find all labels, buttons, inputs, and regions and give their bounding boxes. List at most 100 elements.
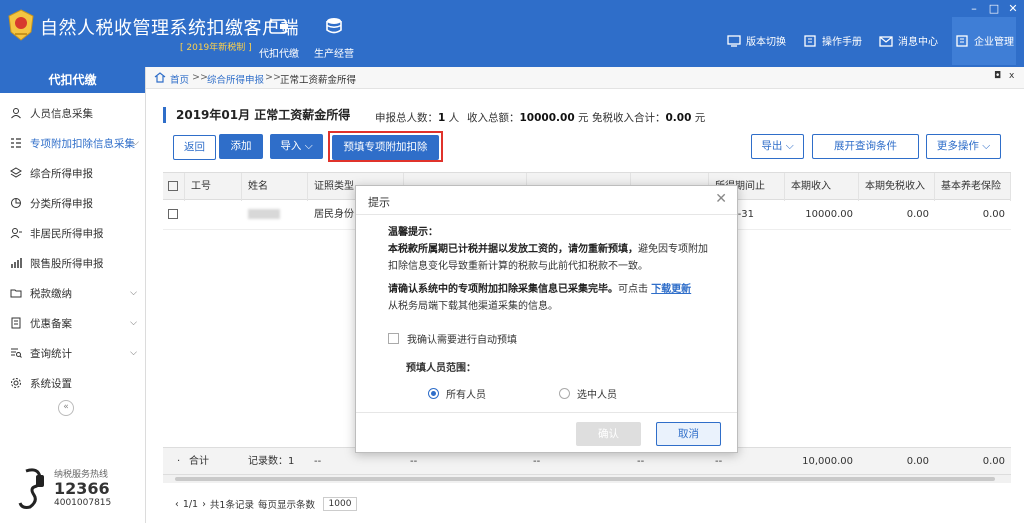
sidebar-header: 代扣代缴 (0, 67, 145, 93)
radio-selected-personnel[interactable]: 选中人员 (559, 386, 617, 401)
sidebar-item-label: 专项附加扣除信息采集 (30, 137, 135, 150)
sidebar-item-nonresident[interactable]: 非居民所得申报 (0, 218, 145, 248)
wallet-icon (269, 19, 288, 34)
sidebar-item-special-deduction[interactable]: 专项附加扣除信息采集 ⌵ (0, 128, 145, 158)
sidebar-item-label: 综合所得申报 (30, 167, 93, 180)
bars-icon (11, 258, 22, 268)
folder-icon (10, 289, 22, 298)
message-center-label: 消息中心 (898, 37, 938, 48)
maximize-button[interactable]: □ (986, 2, 1002, 15)
breadcrumb: 首页 >> 综合所得申报 >> 正常工资薪金所得 ◘ x (146, 67, 1024, 89)
chevron-down-icon: ⌵ (130, 318, 137, 328)
sidebar-item-label: 非居民所得申报 (30, 227, 104, 240)
download-hint: 从税务局端下载其他渠道采集的信息。 (388, 301, 558, 312)
radio-label: 所有人员 (446, 390, 486, 401)
query-icon (11, 348, 22, 358)
pie-icon (11, 198, 21, 208)
sidebar-item-query[interactable]: 查询统计 ⌵ (0, 338, 145, 368)
dialog-title: 提示 (368, 196, 390, 209)
close-tab-button[interactable]: x (1009, 71, 1014, 81)
list-icon (11, 138, 21, 148)
sidebar-item-personnel[interactable]: 人员信息采集 (0, 98, 145, 128)
sidebar-item-restricted-shares[interactable]: 限售股所得申报 (0, 248, 145, 278)
sidebar-item-label: 系统设置 (30, 377, 72, 390)
checkbox-box[interactable] (388, 333, 399, 344)
confirm-button[interactable]: 确认 (576, 422, 641, 446)
mail-icon (879, 35, 893, 47)
chevron-down-icon: ⌵ (132, 138, 139, 148)
sidebar-item-settings[interactable]: 系统设置 (0, 368, 145, 398)
sidebar-item-tax-payment[interactable]: 税款缴纳 ⌵ (0, 278, 145, 308)
confirm-paragraph: 请确认系统中的专项附加扣除采集信息已采集完毕。可点击 下载更新 (388, 281, 708, 298)
hotline-sub-number: 4001007815 (54, 498, 112, 508)
sidebar-item-classified[interactable]: 分类所得申报 (0, 188, 145, 218)
breadcrumb-comprehensive[interactable]: 综合所得申报 (207, 72, 264, 86)
doc-icon (11, 317, 21, 329)
sidebar-item-label: 限售股所得申报 (30, 257, 104, 270)
close-window-button[interactable]: ✕ (1005, 2, 1021, 15)
confirm-prefill-checkbox[interactable]: 我确认需要进行自动预填 (388, 331, 517, 346)
chevron-down-icon: ⌵ (130, 348, 137, 358)
user-icon (10, 228, 22, 239)
enterprise-management-button[interactable]: 企业管理 (955, 33, 1014, 48)
minimize-button[interactable]: – (966, 2, 982, 15)
radio-button[interactable] (559, 388, 570, 399)
breadcrumb-home[interactable]: 首页 (170, 72, 189, 86)
phone-mascot-icon (18, 468, 44, 509)
warning-paragraph: 本税款所属期已计税并据以发放工资的，请勿重新预填，避免因专项附加扣除信息变化导致… (388, 241, 708, 275)
close-icon[interactable]: ✕ (715, 191, 727, 207)
manual-label: 操作手册 (822, 37, 862, 48)
layers-icon (10, 167, 22, 178)
radio-button-selected[interactable] (428, 388, 439, 399)
radio-all-personnel[interactable]: 所有人员 (428, 386, 486, 401)
confirm-bold-text: 请确认系统中的专项附加扣除采集信息已采集完毕。 (388, 284, 618, 295)
nav-production-label: 生产经营 (314, 49, 354, 60)
message-center-button[interactable]: 消息中心 (879, 33, 938, 48)
sidebar-item-preferential[interactable]: 优惠备案 ⌵ (0, 308, 145, 338)
version-switch-label: 版本切换 (746, 37, 786, 48)
warning-bold-text: 本税款所属期已计税并据以发放工资的，请勿重新预填， (388, 244, 638, 255)
dialog-header: 提示 ✕ (356, 186, 737, 215)
breadcrumb-current: 正常工资薪金所得 (280, 75, 357, 86)
manual-icon (804, 34, 816, 47)
building-icon (956, 34, 968, 47)
sidebar-item-comprehensive[interactable]: 综合所得申报 (0, 158, 145, 188)
home-icon (154, 72, 166, 83)
tax-emblem-logo (8, 9, 34, 41)
prefill-dialog: 提示 ✕ 温馨提示： 本税款所属期已计税并据以发放工资的，请勿重新预填，避免因专… (355, 185, 738, 453)
sidebar-item-label: 查询统计 (30, 347, 72, 360)
monitor-icon (727, 34, 741, 47)
prefill-range-label: 预填人员范围： (406, 363, 476, 374)
chevron-down-icon: ⌵ (130, 288, 137, 298)
hotline-banner: 纳税服务热线 12366 4001007815 (14, 465, 134, 515)
manual-button[interactable]: 操作手册 (803, 33, 862, 48)
download-update-link[interactable]: 下载更新 (651, 284, 691, 295)
radio-label: 选中人员 (577, 390, 617, 401)
hotline-number: 12366 (54, 479, 110, 498)
title-bar: 自然人税收管理系统扣缴客户端 [ 2019年新税制 ] 代扣代缴 生产经营 版本… (0, 0, 1024, 67)
enterprise-management-label: 企业管理 (974, 37, 1014, 48)
dialog-footer: 确认 取消 (356, 412, 737, 454)
breadcrumb-separator: >> (192, 72, 208, 83)
sidebar-item-label: 税款缴纳 (30, 287, 72, 300)
sidebar-item-label: 人员信息采集 (30, 107, 93, 120)
version-switch-button[interactable]: 版本切换 (727, 33, 786, 48)
person-icon (11, 108, 21, 119)
sidebar-item-label: 分类所得申报 (30, 197, 93, 210)
sidebar-item-label: 优惠备案 (30, 317, 72, 330)
coins-icon (326, 18, 342, 34)
confirm-text: 可点击 (618, 284, 648, 295)
edition-badge: [ 2019年新税制 ] (180, 43, 252, 53)
dialog-message: 温馨提示： 本税款所属期已计税并据以发放工资的，请勿重新预填，避免因专项附加扣除… (388, 224, 708, 315)
warm-tip-heading: 温馨提示： (388, 227, 438, 238)
confirm-prefill-label: 我确认需要进行自动预填 (407, 335, 517, 346)
sidebar: 代扣代缴 人员信息采集 专项附加扣除信息采集 ⌵ 综合所得申报 分类所得申报 非… (0, 67, 146, 523)
cancel-button[interactable]: 取消 (656, 422, 721, 446)
gear-icon (11, 378, 21, 388)
restore-tab-button[interactable]: ◘ (994, 71, 1001, 81)
nav-withholding[interactable]: 代扣代缴 (254, 10, 304, 60)
nav-production[interactable]: 生产经营 (309, 10, 359, 60)
collapse-sidebar-button[interactable]: « (58, 400, 74, 416)
breadcrumb-separator: >> (265, 72, 281, 83)
nav-withholding-label: 代扣代缴 (259, 49, 299, 60)
